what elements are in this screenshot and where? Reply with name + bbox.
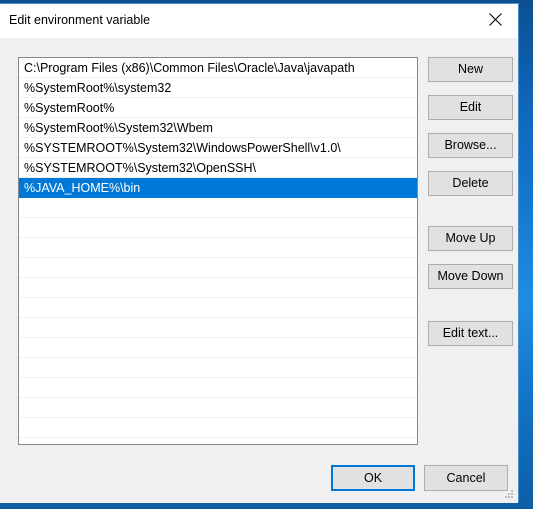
dialog-client-area: C:\Program Files (x86)\Common Files\Orac… <box>0 38 518 503</box>
list-item[interactable]: %SYSTEMROOT%\System32\OpenSSH\ <box>19 158 417 178</box>
edit-text-button[interactable]: Edit text... <box>428 321 513 346</box>
list-item-empty[interactable] <box>19 398 417 418</box>
list-item-empty[interactable] <box>19 318 417 338</box>
title-bar: Edit environment variable <box>0 4 518 38</box>
browse-button[interactable]: Browse... <box>428 133 513 158</box>
window-title: Edit environment variable <box>9 13 151 27</box>
ok-button[interactable]: OK <box>331 465 415 491</box>
list-item-empty[interactable] <box>19 238 417 258</box>
list-item-empty[interactable] <box>19 438 417 444</box>
list-item-empty[interactable] <box>19 258 417 278</box>
list-item-empty[interactable] <box>19 338 417 358</box>
delete-button[interactable]: Delete <box>428 171 513 196</box>
resize-grip[interactable] <box>503 488 515 500</box>
list-item[interactable]: %SystemRoot%\System32\Wbem <box>19 118 417 138</box>
list-item[interactable]: %SystemRoot% <box>19 98 417 118</box>
new-button[interactable]: New <box>428 57 513 82</box>
path-entries-listbox[interactable]: C:\Program Files (x86)\Common Files\Orac… <box>18 57 418 445</box>
edit-button[interactable]: Edit <box>428 95 513 120</box>
list-item[interactable]: C:\Program Files (x86)\Common Files\Orac… <box>19 58 417 78</box>
close-x-glyph <box>488 13 502 26</box>
close-icon[interactable] <box>472 4 518 35</box>
list-item-empty[interactable] <box>19 298 417 318</box>
edit-environment-variable-dialog: Edit environment variable C:\Program Fil… <box>0 3 519 503</box>
cancel-button[interactable]: Cancel <box>424 465 508 491</box>
list-item-empty[interactable] <box>19 218 417 238</box>
move-up-button[interactable]: Move Up <box>428 226 513 251</box>
list-item-empty[interactable] <box>19 278 417 298</box>
move-down-button[interactable]: Move Down <box>428 264 513 289</box>
list-item-empty[interactable] <box>19 198 417 218</box>
list-item[interactable]: %SYSTEMROOT%\System32\WindowsPowerShell\… <box>19 138 417 158</box>
list-item-empty[interactable] <box>19 358 417 378</box>
list-item[interactable]: %JAVA_HOME%\bin <box>19 178 417 198</box>
list-item-empty[interactable] <box>19 418 417 438</box>
list-item-empty[interactable] <box>19 378 417 398</box>
list-item[interactable]: %SystemRoot%\system32 <box>19 78 417 98</box>
